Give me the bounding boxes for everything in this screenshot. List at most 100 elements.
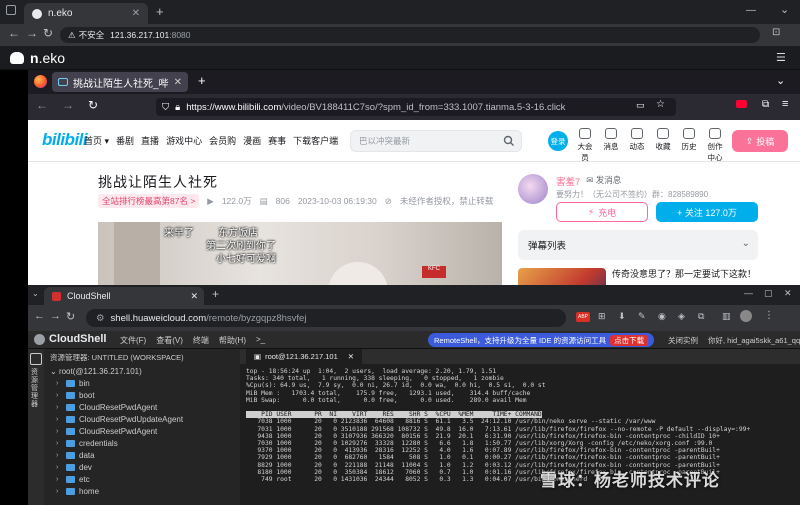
- search-icon[interactable]: [503, 135, 515, 147]
- window-menu-icon[interactable]: ⌄: [780, 3, 789, 16]
- nav-download[interactable]: 下载客户端: [293, 134, 338, 147]
- uploader-name[interactable]: 害羞7: [556, 174, 580, 188]
- list-item[interactable]: › dev: [56, 463, 92, 472]
- user-greeting[interactable]: 你好, hid_agai5skk_a61_qq: [708, 335, 800, 346]
- nav-match[interactable]: 赛事: [268, 134, 286, 147]
- new-tab-icon[interactable]: +: [212, 287, 219, 301]
- login-button[interactable]: 登录: [548, 131, 568, 151]
- nav-game[interactable]: 游戏中心: [166, 134, 202, 147]
- close-window-icon[interactable]: ✕: [784, 288, 792, 299]
- new-tab-icon[interactable]: +: [156, 4, 164, 19]
- back-icon[interactable]: ←: [36, 98, 48, 112]
- minimize-icon[interactable]: —: [746, 5, 756, 16]
- forward-icon[interactable]: →: [26, 26, 38, 40]
- avatar[interactable]: [518, 174, 548, 204]
- nav-mall[interactable]: 会员购: [209, 134, 236, 147]
- bookmark-star-icon[interactable]: ☆: [656, 99, 665, 110]
- new-tab-icon[interactable]: +: [198, 73, 206, 88]
- list-item[interactable]: › CloudResetPwdUpdateAgent: [56, 415, 183, 424]
- history-entry[interactable]: 历史: [678, 128, 700, 163]
- extension-icon[interactable]: ◈: [678, 311, 685, 322]
- extension-icon[interactable]: ✎: [638, 311, 646, 322]
- list-item[interactable]: › data: [56, 451, 95, 460]
- close-icon[interactable]: ✕: [132, 8, 140, 19]
- shield-icon[interactable]: ⛉: [162, 102, 169, 113]
- outer-tab-neko[interactable]: n.eko ✕: [24, 3, 148, 24]
- neko-menu-icon[interactable]: ☰: [776, 51, 786, 64]
- menu-view[interactable]: 查看(V): [156, 335, 183, 346]
- lock-icon[interactable]: 🔒︎: [175, 102, 180, 113]
- firefox-address-bar[interactable]: ⛉ 🔒︎ https://www.bilibili.com/video/BV18…: [156, 98, 676, 116]
- list-item[interactable]: › home: [56, 487, 99, 496]
- tab-list-icon[interactable]: ⌄: [776, 74, 785, 87]
- minimize-icon[interactable]: —: [744, 288, 753, 298]
- reload-icon[interactable]: ↻: [66, 310, 75, 323]
- rank-badge[interactable]: 全站排行榜最高第87名 >: [98, 194, 200, 208]
- tab-search-icon[interactable]: ⌄: [32, 289, 39, 298]
- recommend-title[interactable]: 传奇没意思了？那一定要试下这款！: [612, 268, 762, 281]
- bilibili-logo[interactable]: bilibili: [42, 130, 88, 150]
- follow-button[interactable]: + 关注 127.0万: [656, 202, 758, 222]
- reload-icon[interactable]: ↻: [43, 26, 53, 40]
- explorer-icon[interactable]: [30, 353, 42, 365]
- reader-view-icon[interactable]: ▭: [636, 100, 645, 111]
- back-icon[interactable]: ←: [34, 310, 45, 322]
- tab-search-icon[interactable]: [6, 5, 16, 15]
- chevron-right-icon: ›: [56, 464, 59, 471]
- extension-icon[interactable]: ◉: [658, 311, 666, 322]
- list-item[interactable]: › boot: [56, 391, 95, 400]
- menu-help[interactable]: 帮助(H): [219, 335, 246, 346]
- dynamics-entry[interactable]: 动态: [626, 128, 648, 163]
- bilibili-search-input[interactable]: 巴以冲突最新: [350, 130, 522, 152]
- terminal-tab[interactable]: ▣ root@121.36.217.101 ✕: [246, 349, 363, 364]
- forward-icon[interactable]: →: [50, 310, 61, 322]
- maximize-icon[interactable]: ▢: [764, 288, 773, 299]
- reload-icon[interactable]: ↻: [88, 98, 98, 112]
- vip-entry[interactable]: 大会员: [574, 128, 596, 163]
- danmaku-list-toggle[interactable]: 弹幕列表 ⌄: [518, 230, 758, 260]
- outer-address-bar[interactable]: ⚠ 不安全 121.36.217.101 :8080: [60, 27, 760, 43]
- extension-icon[interactable]: ⊞: [598, 311, 606, 322]
- back-icon[interactable]: ←: [8, 26, 20, 40]
- nav-bangumi[interactable]: 番剧: [116, 134, 134, 147]
- list-item[interactable]: › credentials: [56, 439, 118, 448]
- profile-avatar[interactable]: [740, 310, 752, 322]
- site-info-icon[interactable]: ⚙: [96, 313, 105, 324]
- download-icon[interactable]: ⬇: [618, 311, 626, 322]
- send-message-link[interactable]: ✉ 发消息: [586, 174, 621, 188]
- close-icon[interactable]: ✕: [174, 77, 182, 88]
- favorites-entry[interactable]: 收藏: [652, 128, 674, 163]
- explorer-root[interactable]: ⌄ root(@121.36.217.101): [50, 367, 142, 376]
- list-item[interactable]: › CloudResetPwdAgent: [56, 403, 157, 412]
- menu-terminal[interactable]: 终端: [193, 335, 209, 346]
- menu-shell[interactable]: >_: [256, 335, 265, 346]
- remoteshell-download-button[interactable]: 点击下载: [610, 334, 649, 346]
- creator-entry[interactable]: 创作中心: [704, 128, 726, 163]
- close-icon[interactable]: ✕: [190, 291, 198, 302]
- charge-button[interactable]: ⚡ 充电: [556, 202, 648, 222]
- upload-button[interactable]: ⇪ 投稿: [732, 130, 788, 152]
- messages-entry[interactable]: 消息: [600, 128, 622, 163]
- side-panel-icon[interactable]: ▥: [722, 311, 731, 322]
- menu-file[interactable]: 文件(F): [120, 335, 146, 346]
- puzzle-icon[interactable]: ⧉: [698, 311, 704, 322]
- remoteshell-banner[interactable]: RemoteShell，支持升级为全量 IDE 的资源访问工具 点击下载: [428, 333, 655, 347]
- nav-live[interactable]: 直播: [141, 134, 159, 147]
- extensions-icon[interactable]: ⧉: [762, 99, 769, 110]
- list-item[interactable]: › CloudResetPwdAgent: [56, 427, 157, 436]
- lock-status-icon[interactable]: ⊡: [772, 27, 780, 38]
- abp-extension-icon[interactable]: ABP: [576, 312, 590, 322]
- list-item[interactable]: › bin: [56, 379, 90, 388]
- close-instance-button[interactable]: 关闭实例: [668, 335, 698, 346]
- firefox-tab-bilibili[interactable]: 挑战让陌生人社死_哔 ✕: [52, 72, 188, 92]
- youtube-extension-icon[interactable]: [736, 100, 747, 108]
- menu-icon[interactable]: ≡: [782, 98, 788, 110]
- cloudshell-tab[interactable]: CloudShell ✕: [44, 287, 204, 305]
- menu-icon[interactable]: ⋮: [764, 310, 774, 321]
- nav-manga[interactable]: 漫画: [243, 134, 261, 147]
- list-item[interactable]: › etc: [56, 475, 90, 484]
- forward-icon[interactable]: →: [62, 98, 74, 112]
- close-icon[interactable]: ✕: [348, 352, 354, 361]
- cloudshell-address-bar[interactable]: ⚙ shell.huaweicloud.com/remote/byzgqpz8h…: [86, 309, 566, 327]
- nav-home[interactable]: 首页 ▾: [84, 134, 109, 147]
